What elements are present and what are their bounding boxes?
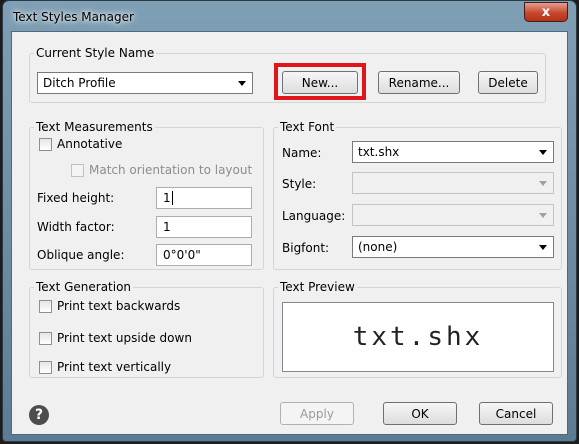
- apply-button[interactable]: Apply: [280, 402, 354, 425]
- close-icon: x: [541, 4, 551, 20]
- rename-style-button[interactable]: Rename...: [378, 71, 460, 94]
- chevron-down-icon: [539, 213, 547, 218]
- text-styles-manager-window: Text Styles Manager x Current Style Name…: [2, 0, 577, 442]
- width-factor-value: 1: [163, 220, 171, 234]
- ok-button-label: OK: [411, 406, 429, 421]
- print-backwards-label: Print text backwards: [57, 299, 181, 313]
- font-name-label: Name:: [282, 146, 322, 160]
- chevron-down-icon: [238, 81, 246, 86]
- help-icon[interactable]: ?: [29, 405, 49, 425]
- annotative-checkbox[interactable]: [39, 138, 52, 151]
- fixed-height-label: Fixed height:: [37, 191, 115, 205]
- oblique-angle-input[interactable]: 0°0'0": [156, 244, 252, 266]
- window-title: Text Styles Manager: [13, 10, 134, 24]
- bigfont-value: (none): [358, 240, 398, 254]
- rename-style-button-label: Rename...: [388, 75, 450, 90]
- print-upside-down-checkbox[interactable]: [39, 332, 52, 345]
- text-font-group-label: Text Font: [278, 120, 337, 134]
- oblique-angle-label: Oblique angle:: [37, 248, 125, 262]
- fixed-height-value: 1: [163, 191, 171, 205]
- text-preview-group-label: Text Preview: [278, 280, 357, 294]
- text-generation-group-label: Text Generation: [34, 280, 134, 294]
- print-backwards-checkbox[interactable]: [39, 300, 52, 313]
- text-cursor: [171, 191, 173, 205]
- preview-sample-text: txt.shx: [352, 322, 484, 352]
- oblique-angle-value: 0°0'0": [163, 248, 201, 262]
- print-vertically-label: Print text vertically: [57, 360, 172, 374]
- current-style-value: Ditch Profile: [43, 76, 116, 90]
- text-preview-box: txt.shx: [282, 302, 554, 372]
- delete-style-button[interactable]: Delete: [478, 71, 538, 94]
- text-measurements-group-label: Text Measurements: [34, 120, 155, 134]
- match-orientation-checkbox[interactable]: [71, 164, 84, 177]
- cancel-button[interactable]: Cancel: [479, 402, 553, 425]
- delete-style-button-label: Delete: [488, 75, 528, 90]
- cancel-button-label: Cancel: [495, 406, 537, 421]
- print-vertically-checkbox[interactable]: [39, 361, 52, 374]
- font-style-label: Style:: [282, 177, 317, 191]
- dialog-body: Current Style Name Ditch Profile New... …: [11, 31, 568, 435]
- font-name-select[interactable]: txt.shx: [352, 141, 554, 163]
- print-upside-down-label: Print text upside down: [57, 331, 192, 345]
- chevron-down-icon: [539, 245, 547, 250]
- apply-button-label: Apply: [300, 406, 334, 421]
- bigfont-label: Bigfont:: [282, 241, 330, 255]
- annotative-label: Annotative: [57, 137, 123, 151]
- width-factor-label: Width factor:: [37, 220, 115, 234]
- close-button[interactable]: x: [524, 2, 568, 22]
- chevron-down-icon: [539, 181, 547, 186]
- current-style-group-label: Current Style Name: [34, 46, 157, 60]
- match-orientation-label: Match orientation to layout: [89, 163, 253, 177]
- font-style-select[interactable]: [352, 172, 554, 194]
- new-button-highlight: [274, 63, 366, 100]
- fixed-height-input[interactable]: 1: [156, 187, 252, 209]
- current-style-select[interactable]: Ditch Profile: [37, 72, 253, 94]
- chevron-down-icon: [539, 150, 547, 155]
- language-select[interactable]: [352, 204, 554, 226]
- ok-button[interactable]: OK: [383, 402, 457, 425]
- title-bar[interactable]: Text Styles Manager x: [3, 1, 576, 33]
- help-glyph: ?: [34, 407, 44, 423]
- font-name-value: txt.shx: [358, 145, 400, 159]
- language-label: Language:: [282, 209, 346, 223]
- width-factor-input[interactable]: 1: [156, 216, 252, 238]
- bigfont-select[interactable]: (none): [352, 236, 554, 258]
